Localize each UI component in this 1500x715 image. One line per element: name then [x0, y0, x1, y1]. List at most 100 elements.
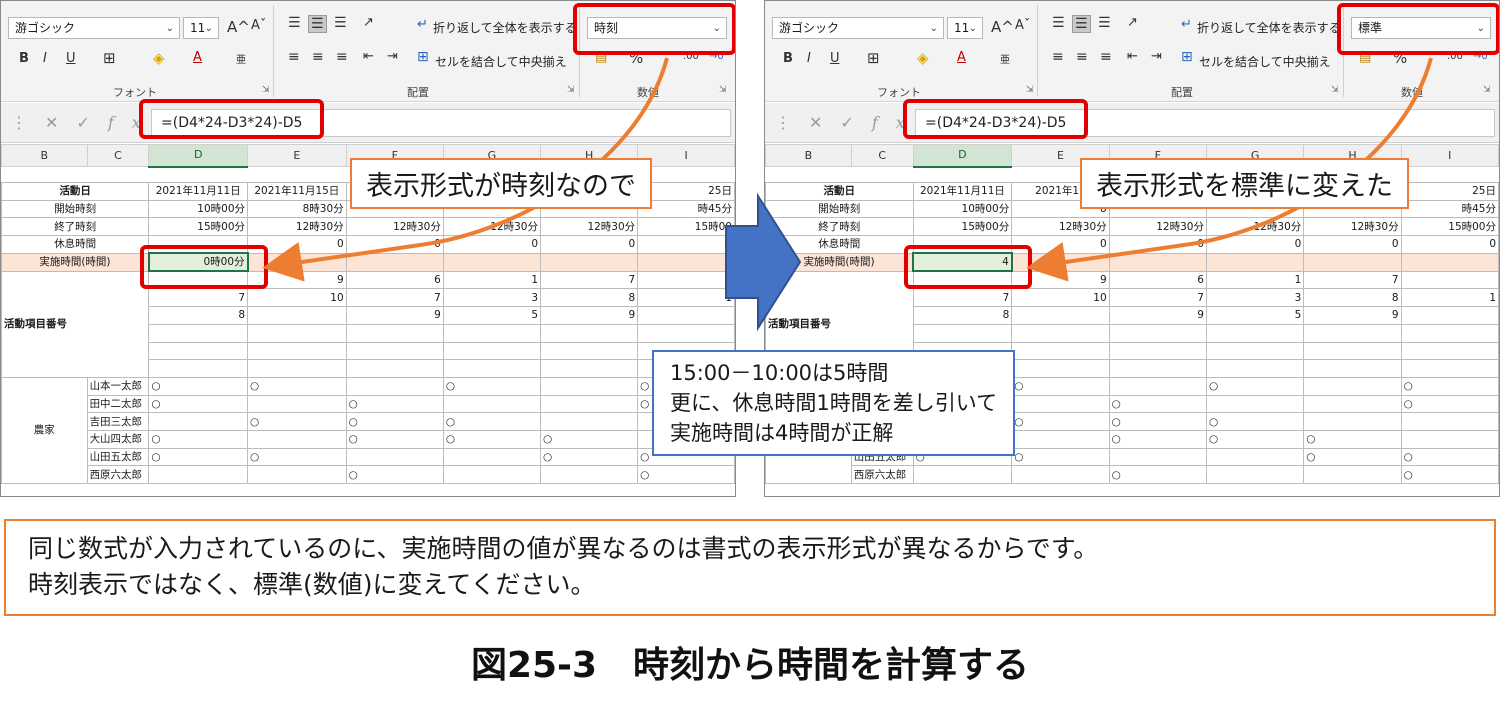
shrink-font-button[interactable]: Aˇ — [249, 18, 268, 33]
mark-cell[interactable]: ○ — [1108, 429, 1207, 449]
time-cell[interactable]: 8時30分 — [247, 199, 347, 219]
activity-cell[interactable]: 1 — [1400, 288, 1499, 308]
mark-cell[interactable]: ○ — [345, 394, 444, 414]
mark-cell[interactable]: ○ — [345, 429, 444, 449]
activity-cell[interactable]: 1 — [637, 288, 735, 308]
merge-center-button[interactable]: セルを結合して中央揃え — [1199, 53, 1331, 70]
time-cell[interactable]: 15時00分 — [912, 217, 1013, 237]
activity-cell[interactable] — [1108, 341, 1207, 361]
break-cell[interactable]: 0 — [1400, 235, 1499, 254]
calc-cell[interactable] — [345, 252, 444, 272]
dialog-launcher-icon[interactable]: ⇲ — [719, 85, 727, 95]
mark-cell[interactable] — [1400, 412, 1499, 431]
time-cell[interactable]: 12時30分 — [1011, 217, 1110, 237]
time-cell[interactable]: 10時00分 — [148, 199, 249, 219]
bold-button[interactable]: B — [781, 51, 795, 66]
activity-cell[interactable]: 10 — [247, 288, 347, 308]
calc-cell[interactable] — [1205, 252, 1305, 272]
wrap-text-button[interactable]: 折り返して全体を表示する — [1197, 19, 1341, 36]
mark-cell[interactable] — [539, 465, 639, 484]
cell[interactable] — [1401, 166, 1499, 183]
increase-indent-icon[interactable]: ⇥ — [1149, 49, 1164, 64]
mark-cell[interactable] — [247, 465, 347, 484]
time-cell[interactable]: 15時00分 — [148, 217, 249, 237]
activity-cell[interactable] — [345, 341, 444, 361]
column-header[interactable]: C — [86, 144, 150, 167]
row-label[interactable]: 休息時間 — [1, 235, 150, 254]
time-cell[interactable]: 12時30分 — [1303, 217, 1402, 237]
time-cell[interactable]: 時45分 — [1400, 199, 1499, 219]
mark-cell[interactable] — [539, 394, 639, 414]
phonetic-icon[interactable]: 亜 — [998, 51, 1012, 66]
activity-cell[interactable] — [148, 359, 249, 378]
mark-cell[interactable] — [1011, 429, 1110, 449]
activity-cell[interactable] — [1205, 323, 1305, 343]
wrap-text-button[interactable]: 折り返して全体を表示する — [433, 19, 577, 36]
mark-cell[interactable] — [1400, 429, 1499, 449]
activity-cell[interactable] — [1400, 306, 1499, 325]
orientation-icon[interactable]: ↗ — [1125, 15, 1140, 30]
row-label[interactable]: 休息時間 — [765, 235, 914, 254]
mark-cell[interactable]: ○ — [1205, 412, 1305, 431]
mark-cell[interactable] — [247, 429, 347, 449]
activity-cell[interactable]: 3 — [442, 288, 542, 308]
activity-cell[interactable] — [1400, 359, 1499, 378]
activity-cell[interactable] — [637, 270, 735, 290]
fill-color-icon[interactable]: ◈ — [151, 49, 167, 67]
mark-cell[interactable] — [1303, 465, 1402, 484]
person-name[interactable]: 西原六太郎 — [86, 465, 150, 484]
activity-cell[interactable] — [345, 359, 444, 378]
calc-cell[interactable] — [1108, 252, 1207, 272]
activity-cell[interactable]: 10 — [1011, 288, 1110, 308]
align-bottom-icon[interactable]: ☰ — [1096, 15, 1113, 31]
time-cell[interactable]: 12時30分 — [442, 217, 542, 237]
activity-cell[interactable]: 7 — [148, 288, 249, 308]
fill-color-icon[interactable]: ◈ — [915, 49, 931, 67]
mark-cell[interactable] — [442, 394, 542, 414]
break-cell[interactable]: 0 — [1303, 235, 1402, 254]
mark-cell[interactable]: ○ — [1400, 447, 1499, 467]
align-left-icon[interactable]: ≡ — [286, 49, 302, 65]
font-color-button[interactable]: A — [191, 50, 204, 65]
align-center-icon[interactable]: ≡ — [1074, 49, 1090, 65]
time-cell[interactable]: 12時30分 — [1108, 217, 1207, 237]
cell[interactable] — [637, 166, 735, 183]
font-name-select[interactable]: 游ゴシック ⌄ — [8, 17, 180, 39]
mark-cell[interactable]: ○ — [442, 376, 542, 396]
mark-cell[interactable] — [1108, 376, 1207, 396]
activity-cell[interactable] — [1011, 306, 1110, 325]
mark-cell[interactable]: ○ — [148, 447, 249, 467]
align-center-icon[interactable]: ≡ — [310, 49, 326, 65]
row-label[interactable]: 終了時刻 — [765, 217, 914, 237]
break-cell[interactable]: 0 — [1205, 235, 1305, 254]
activity-cell[interactable] — [1011, 323, 1110, 343]
font-name-select[interactable]: 游ゴシック ⌄ — [772, 17, 944, 39]
underline-button[interactable]: U — [828, 51, 842, 66]
mark-cell[interactable] — [1011, 394, 1110, 414]
dialog-launcher-icon[interactable]: ⇲ — [1483, 85, 1491, 95]
mark-cell[interactable]: ○ — [345, 465, 444, 484]
activity-cell[interactable]: 7 — [912, 288, 1013, 308]
mark-cell[interactable]: ○ — [1108, 412, 1207, 431]
mark-cell[interactable]: ○ — [442, 412, 542, 431]
mark-cell[interactable] — [1205, 465, 1305, 484]
align-bottom-icon[interactable]: ☰ — [332, 15, 349, 31]
phonetic-icon[interactable]: 亜 — [234, 51, 248, 66]
calc-cell[interactable] — [442, 252, 542, 272]
mark-cell[interactable]: ○ — [345, 412, 444, 431]
activity-cell[interactable] — [1303, 359, 1402, 378]
mark-cell[interactable]: ○ — [539, 429, 639, 449]
mark-cell[interactable]: ○ — [1400, 465, 1499, 484]
mark-cell[interactable] — [912, 465, 1013, 484]
mark-cell[interactable]: ○ — [442, 429, 542, 449]
date-cell[interactable]: 25日 — [1400, 182, 1499, 201]
activity-cell[interactable]: 5 — [442, 306, 542, 325]
mark-cell[interactable] — [148, 412, 249, 431]
dialog-launcher-icon[interactable]: ⇲ — [262, 85, 270, 95]
activity-cell[interactable]: 6 — [1108, 270, 1207, 290]
activity-cell[interactable] — [912, 323, 1013, 343]
mark-cell[interactable]: ○ — [148, 394, 249, 414]
time-cell[interactable]: 12時30分 — [1205, 217, 1305, 237]
activity-cell[interactable]: 7 — [345, 288, 444, 308]
date-cell[interactable]: 25日 — [637, 182, 735, 201]
